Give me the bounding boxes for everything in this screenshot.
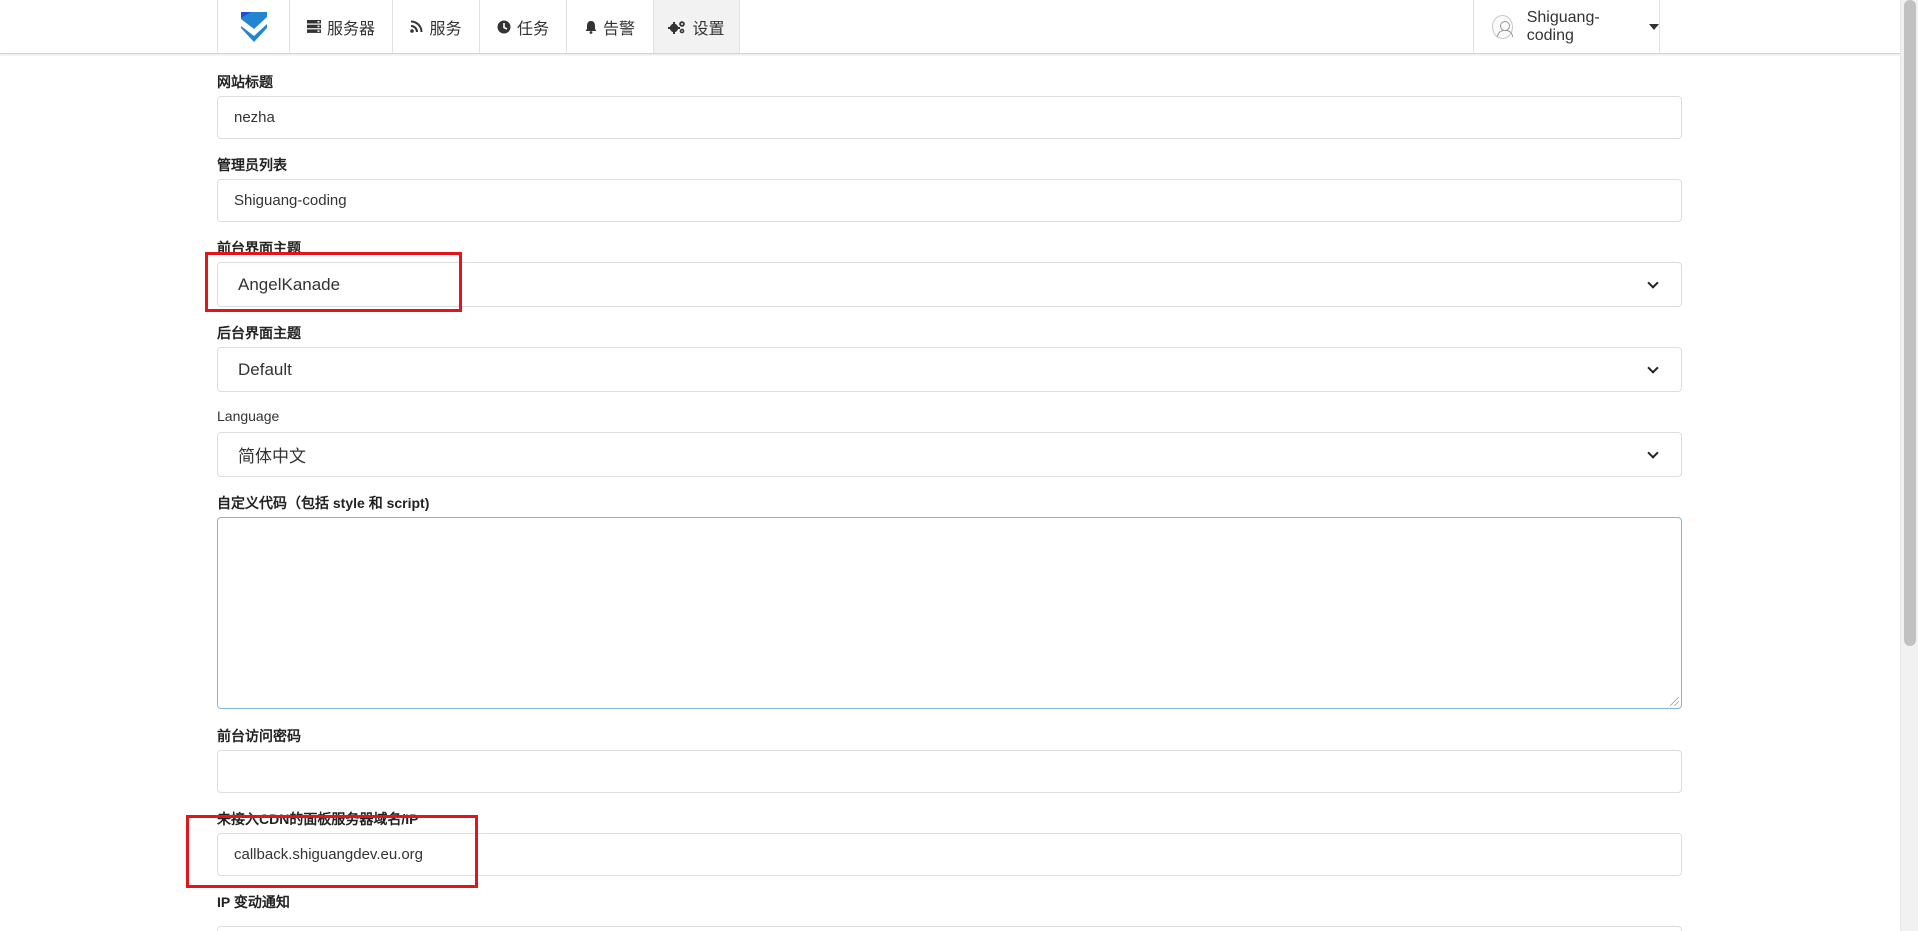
- caret-down-icon: [1649, 23, 1659, 30]
- language-select[interactable]: 简体中文: [217, 432, 1682, 477]
- nav-tasks-label: 任务: [516, 20, 549, 38]
- nav-services-label: 服务: [429, 20, 462, 38]
- language-label: Language: [217, 408, 280, 424]
- backend-theme-value: Default: [238, 359, 292, 379]
- backend-theme-label: 后台界面主题: [217, 325, 301, 341]
- site-title-value: nezha: [234, 109, 275, 126]
- site-title-label: 网站标题: [217, 74, 273, 90]
- user-menu[interactable]: Shiguang-coding: [1473, 0, 1660, 53]
- frontend-password-input[interactable]: [217, 750, 1682, 793]
- ip-change-select[interactable]: [217, 926, 1682, 931]
- nav-alerts-label: 告警: [602, 20, 635, 38]
- chevron-down-icon: [1647, 276, 1659, 289]
- bell-icon: [585, 20, 597, 34]
- custom-code-label: 自定义代码（包括 style 和 script): [217, 495, 430, 511]
- nav-settings[interactable]: 设置: [653, 0, 740, 53]
- nav-servers-label: 服务器: [326, 20, 375, 38]
- avatar: [1492, 14, 1513, 39]
- highlight-box-theme: [205, 252, 462, 312]
- ip-change-label: IP 变动通知: [217, 894, 290, 910]
- nav-servers[interactable]: 服务器: [289, 0, 392, 53]
- nav-settings-label: 设置: [692, 20, 725, 38]
- top-nav: 服务器 服务 任务 告警 设置 Shiguang-coding: [0, 0, 1900, 54]
- resize-grip-icon[interactable]: [1670, 697, 1679, 706]
- admins-value: Shiguang-coding: [234, 192, 347, 209]
- cogs-icon: [668, 20, 686, 34]
- scrollbar-thumb[interactable]: [1904, 0, 1916, 646]
- chevron-down-icon: [1647, 361, 1659, 374]
- page-scrollbar[interactable]: [1900, 0, 1918, 931]
- site-title-input[interactable]: nezha: [217, 96, 1682, 139]
- clock-icon: [497, 20, 511, 33]
- language-value: 简体中文: [238, 447, 306, 466]
- chevron-down-icon: [1647, 446, 1659, 459]
- backend-theme-select[interactable]: Default: [217, 347, 1682, 392]
- user-name: Shiguang-coding: [1526, 8, 1600, 44]
- server-icon: [306, 20, 321, 33]
- nav-alerts[interactable]: 告警: [566, 0, 653, 53]
- nezha-logo[interactable]: [217, 0, 289, 53]
- frontend-password-label: 前台访问密码: [217, 728, 301, 744]
- admins-label: 管理员列表: [217, 157, 287, 173]
- rss-icon: [410, 20, 423, 33]
- highlight-box-domain: [186, 815, 478, 888]
- logo-icon: [240, 11, 267, 42]
- admins-input[interactable]: Shiguang-coding: [217, 179, 1682, 222]
- nav-tasks[interactable]: 任务: [479, 0, 566, 53]
- nav-services[interactable]: 服务: [392, 0, 479, 53]
- custom-code-textarea[interactable]: [217, 517, 1682, 709]
